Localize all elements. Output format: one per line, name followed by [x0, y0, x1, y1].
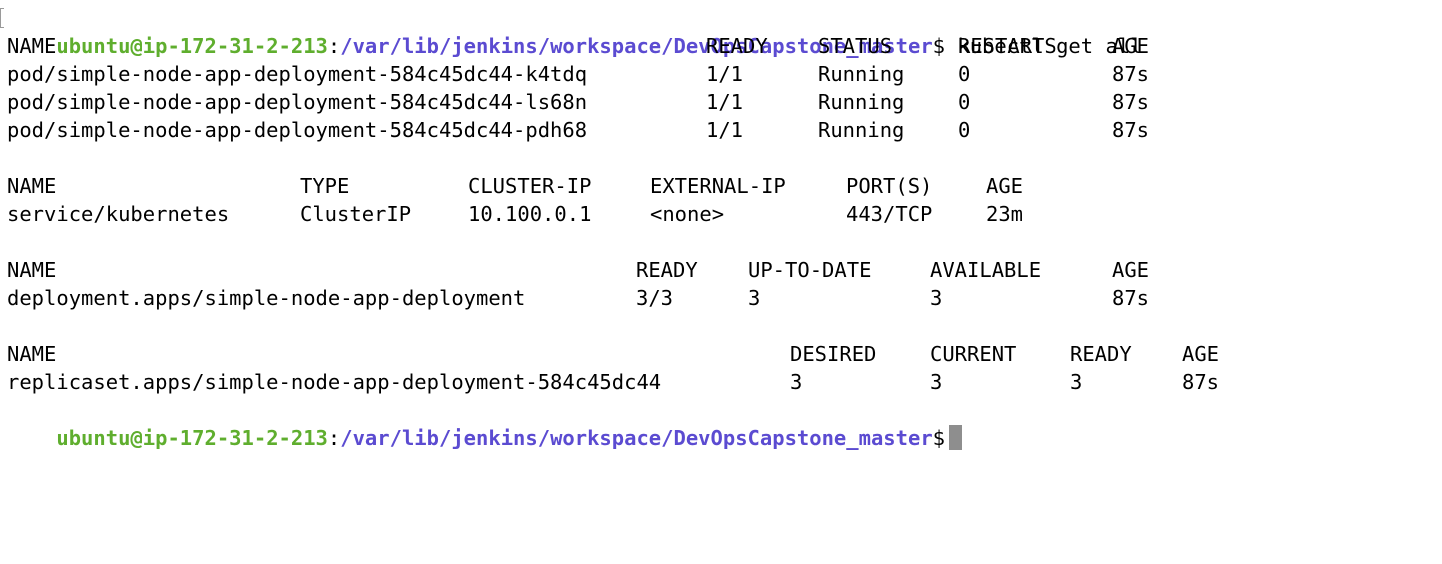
pod-restarts: 0: [958, 118, 971, 142]
pod-ready: 1/1: [706, 90, 744, 114]
pod-status: Running: [818, 62, 905, 86]
deployments-header-age: AGE: [1112, 258, 1150, 282]
services-header-external-ip: EXTERNAL-IP: [650, 174, 786, 198]
service-external-ip: <none>: [650, 202, 725, 226]
replicaset-desired: 3: [790, 370, 803, 394]
replicasets-header-age: AGE: [1182, 342, 1220, 366]
table-row: service/kubernetes ClusterIP 10.100.0.1 …: [7, 200, 1023, 228]
deployment-available: 3: [930, 286, 943, 310]
pod-name: pod/simple-node-app-deployment-584c45dc4…: [7, 118, 588, 142]
services-header-age: AGE: [986, 174, 1024, 198]
deployments-header-available: AVAILABLE: [930, 258, 1042, 282]
scrolled-line-fragment: [560, 0, 1120, 2]
pods-header-age: AGE: [1112, 34, 1150, 58]
pods-header-row: NAME READY STATUS RESTARTS AGE: [7, 32, 1149, 60]
services-header-row: NAME TYPE CLUSTER-IP EXTERNAL-IP PORT(S)…: [7, 172, 1023, 200]
deployment-name: deployment.apps/simple-node-app-deployme…: [7, 286, 526, 310]
replicasets-header-desired: DESIRED: [790, 342, 877, 366]
pods-header-status: STATUS: [818, 34, 893, 58]
service-age: 23m: [986, 202, 1024, 226]
deployments-header-row: NAME READY UP-TO-DATE AVAILABLE AGE: [7, 256, 1149, 284]
service-ports: 443/TCP: [846, 202, 933, 226]
services-header-name: NAME: [7, 174, 57, 198]
pod-name: pod/simple-node-app-deployment-584c45dc4…: [7, 62, 588, 86]
pod-status: Running: [818, 118, 905, 142]
replicasets-header-ready: READY: [1070, 342, 1132, 366]
deployments-header-ready: READY: [636, 258, 698, 282]
deployment-up-to-date: 3: [748, 286, 761, 310]
replicaset-current: 3: [930, 370, 943, 394]
command-line: ubuntu@ip-172-31-2-213:/var/lib/jenkins/…: [7, 4, 1142, 58]
service-name: service/kubernetes: [7, 202, 230, 226]
service-cluster-ip: 10.100.0.1: [468, 202, 592, 226]
text-cursor: [949, 425, 963, 450]
pods-header-ready: READY: [706, 34, 768, 58]
replicaset-name: replicaset.apps/simple-node-app-deployme…: [7, 370, 662, 394]
deployment-age: 87s: [1112, 286, 1150, 310]
pods-header-name: NAME: [7, 34, 57, 58]
services-header-ports: PORT(S): [846, 174, 933, 198]
pod-ready: 1/1: [706, 62, 744, 86]
selection-bracket: [0, 8, 4, 28]
prompt-separator: :: [327, 34, 341, 58]
pod-name: pod/simple-node-app-deployment-584c45dc4…: [7, 90, 588, 114]
pod-status: Running: [818, 90, 905, 114]
pod-age: 87s: [1112, 62, 1150, 86]
pod-age: 87s: [1112, 90, 1150, 114]
table-row: pod/simple-node-app-deployment-584c45dc4…: [7, 60, 1149, 88]
replicaset-ready: 3: [1070, 370, 1083, 394]
replicasets-header-row: NAME DESIRED CURRENT READY AGE: [7, 340, 1219, 368]
replicasets-header-name: NAME: [7, 342, 57, 366]
deployments-header-name: NAME: [7, 258, 57, 282]
pod-age: 87s: [1112, 118, 1150, 142]
table-row: pod/simple-node-app-deployment-584c45dc4…: [7, 88, 1149, 116]
prompt-user-host: ubuntu@ip-172-31-2-213: [56, 34, 328, 58]
pod-restarts: 0: [958, 62, 971, 86]
pod-ready: 1/1: [706, 118, 744, 142]
service-type: ClusterIP: [300, 202, 412, 226]
table-row: pod/simple-node-app-deployment-584c45dc4…: [7, 116, 1149, 144]
services-header-cluster-ip: CLUSTER-IP: [468, 174, 592, 198]
replicasets-header-current: CURRENT: [930, 342, 1017, 366]
prompt-line[interactable]: ubuntu@ip-172-31-2-213:/var/lib/jenkins/…: [7, 396, 963, 450]
prompt-symbol: $: [932, 34, 946, 58]
deployments-header-up-to-date: UP-TO-DATE: [748, 258, 872, 282]
table-row: replicaset.apps/simple-node-app-deployme…: [7, 368, 1219, 396]
terminal-window[interactable]: ubuntu@ip-172-31-2-213:/var/lib/jenkins/…: [0, 0, 1442, 450]
deployment-ready: 3/3: [636, 286, 674, 310]
replicaset-age: 87s: [1182, 370, 1220, 394]
pods-header-restarts: RESTARTS: [958, 34, 1057, 58]
services-header-type: TYPE: [300, 174, 350, 198]
pod-restarts: 0: [958, 90, 971, 114]
table-row: deployment.apps/simple-node-app-deployme…: [7, 284, 1149, 312]
